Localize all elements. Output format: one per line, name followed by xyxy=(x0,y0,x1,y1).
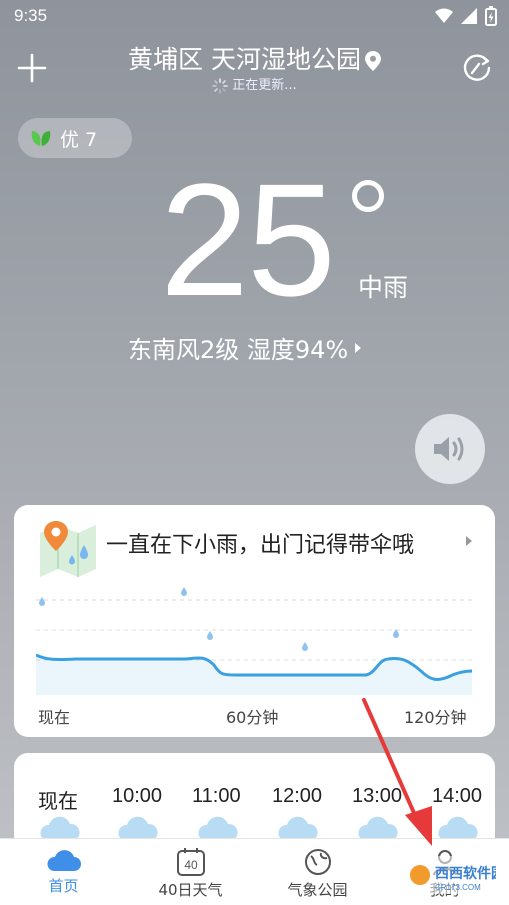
wifi-icon xyxy=(435,8,453,23)
calendar-icon: 40 xyxy=(176,848,205,876)
signal-icon xyxy=(461,8,477,24)
status-bar: 9:35 xyxy=(0,0,509,34)
calendar-icon-text: 40 xyxy=(184,858,198,872)
tab-label: 气象公园 xyxy=(287,881,348,899)
precipitation-card[interactable]: 一直在下小雨，出门记得带伞哦 现在 60分钟 120分钟 xyxy=(14,505,495,737)
current-condition: 中雨 xyxy=(358,273,409,302)
map-pin-icon xyxy=(40,521,96,577)
leaf-icon xyxy=(31,131,51,146)
tab-weather-park[interactable]: 气象公园 xyxy=(254,839,381,905)
degree-symbol xyxy=(352,180,384,212)
battery-charging-icon xyxy=(485,6,497,26)
aqi-label: 优 7 xyxy=(60,128,98,151)
current-temperature: 25 xyxy=(160,150,336,329)
chevron-right-icon xyxy=(466,536,472,546)
hour-label: 12:00 xyxy=(272,785,323,807)
home-cloud-icon xyxy=(46,850,81,871)
hour-label: 现在 xyxy=(38,791,78,813)
watermark-url: CR173.COM xyxy=(435,883,481,892)
status-time: 9:35 xyxy=(14,6,48,25)
precipitation-message: 一直在下小雨，出门记得带伞哦 xyxy=(106,533,415,558)
precipitation-chart xyxy=(36,587,474,695)
hour-label: 13:00 xyxy=(352,785,403,807)
globe-icon xyxy=(304,849,331,875)
watermark-logo: 西西软件园 CR173.COM xyxy=(408,856,496,894)
tab-label: 40日天气 xyxy=(158,881,223,899)
header: 黄埔区 天河湿地公园 正在更新... xyxy=(0,34,509,104)
tab-40-day[interactable]: 40 40日天气 xyxy=(127,839,254,905)
location-pin-icon xyxy=(364,51,381,71)
status-icons xyxy=(435,6,497,26)
hour-label: 10:00 xyxy=(112,785,163,807)
updating-text: 正在更新... xyxy=(232,78,297,93)
loading-spinner-icon xyxy=(212,77,229,94)
hour-label: 11:00 xyxy=(192,785,241,807)
tab-label: 首页 xyxy=(48,877,79,895)
air-quality-badge[interactable]: 优 7 xyxy=(18,118,132,158)
location-title[interactable]: 黄埔区 天河湿地公园 xyxy=(0,40,509,76)
hour-label: 14:00 xyxy=(432,785,483,807)
chart-x-label-now: 现在 xyxy=(38,708,71,727)
update-status: 正在更新... xyxy=(0,74,509,94)
voice-broadcast-button[interactable] xyxy=(415,414,485,484)
chart-x-label-120: 120分钟 xyxy=(404,708,467,727)
chart-x-label-60: 60分钟 xyxy=(226,708,279,727)
chevron-right-icon xyxy=(355,342,362,353)
wind-humidity[interactable]: 东南风2级 湿度94% xyxy=(128,330,362,365)
tab-home[interactable]: 首页 xyxy=(0,839,127,905)
wind-humidity-text: 东南风2级 湿度94% xyxy=(128,336,349,364)
refresh-icon[interactable] xyxy=(461,52,493,84)
location-name: 黄埔区 天河湿地公园 xyxy=(128,45,361,74)
watermark-text: 西西软件园 xyxy=(435,865,496,882)
rain-drops xyxy=(39,587,399,651)
speaker-icon xyxy=(434,437,464,461)
